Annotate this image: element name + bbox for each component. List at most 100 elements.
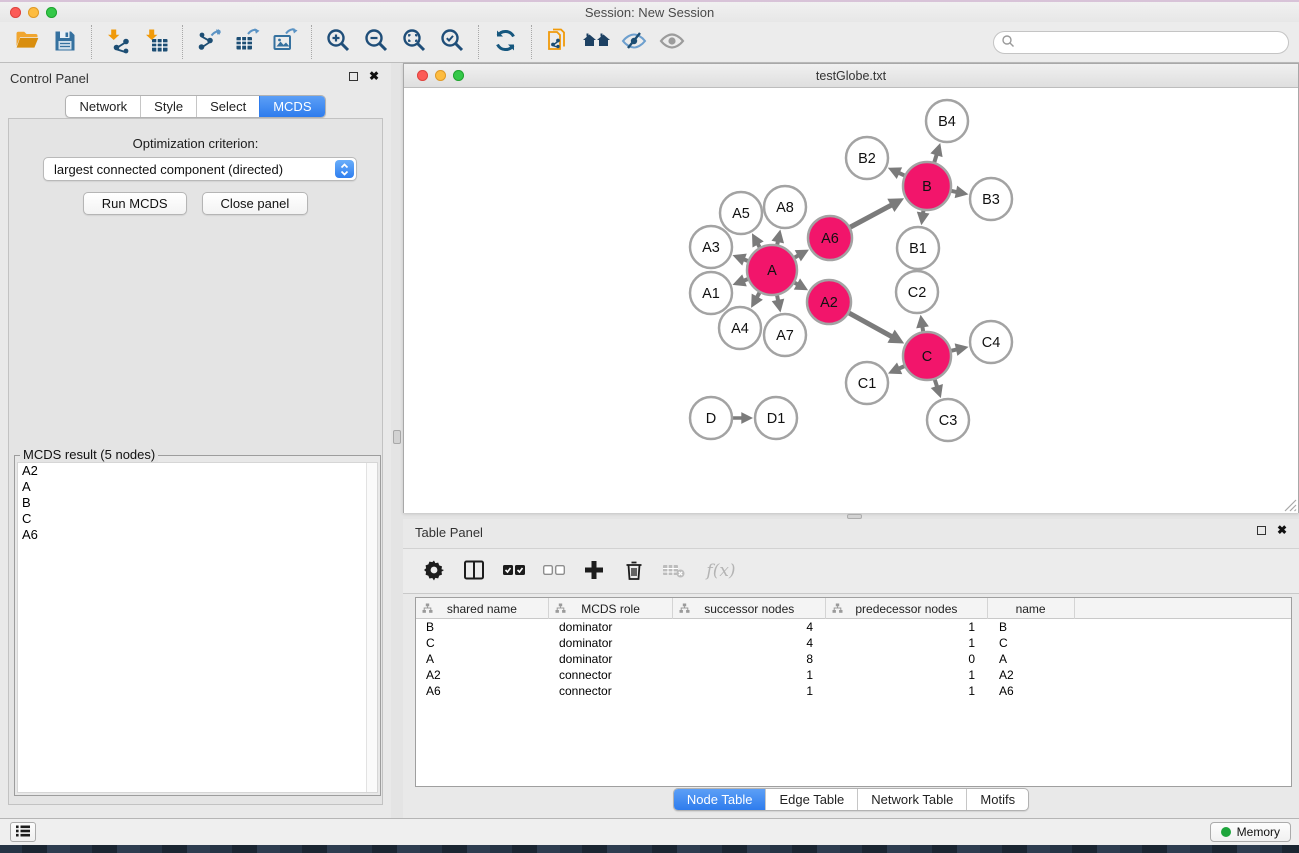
table-cell[interactable]: dominator [549, 635, 674, 651]
graph-node-A[interactable]: A [747, 245, 797, 295]
float-panel-icon[interactable] [1257, 526, 1266, 535]
table-row[interactable]: Cdominator41C [416, 635, 1291, 651]
tab-motifs[interactable]: Motifs [966, 789, 1028, 810]
table-cell[interactable]: 1 [827, 683, 989, 699]
table-cell[interactable]: B [416, 619, 549, 635]
import-network-button[interactable] [99, 23, 137, 61]
table-cell[interactable]: 4 [674, 619, 827, 635]
new-network-from-selection-button[interactable] [539, 23, 577, 61]
memory-button[interactable]: Memory [1210, 822, 1291, 842]
graph-node-C[interactable]: C [903, 332, 951, 380]
edge-A-A1[interactable] [733, 274, 748, 286]
edge-B-B2[interactable] [888, 167, 905, 179]
edge-A-A8[interactable] [771, 230, 784, 245]
graph-node-B3[interactable]: B3 [970, 178, 1012, 220]
function-builder-button[interactable]: f(x) [706, 561, 735, 581]
tab-network-table[interactable]: Network Table [857, 789, 966, 810]
search-input[interactable] [1015, 34, 1288, 52]
hide-selected-button[interactable] [615, 23, 653, 61]
graph-node-A6[interactable]: A6 [808, 216, 852, 260]
float-panel-icon[interactable] [349, 72, 358, 81]
splitter-handle[interactable] [393, 430, 401, 444]
table-cell[interactable]: A2 [989, 667, 1076, 683]
close-panel-icon[interactable]: ✖ [369, 71, 379, 81]
graph-node-C1[interactable]: C1 [846, 362, 888, 404]
optimization-criterion-select[interactable]: largest connected component (directed) [43, 157, 357, 181]
table-settings-button[interactable] [419, 556, 449, 586]
two-houses-button[interactable] [577, 23, 615, 61]
export-network-button[interactable] [190, 23, 228, 61]
graph-node-A8[interactable]: A8 [764, 186, 806, 228]
edge-A-A6[interactable] [795, 250, 809, 262]
table-cell[interactable]: dominator [549, 651, 674, 667]
apply-layout-button[interactable] [486, 23, 524, 61]
graph-node-C4[interactable]: C4 [970, 321, 1012, 363]
tab-style[interactable]: Style [140, 96, 196, 117]
graph-node-D[interactable]: D [690, 397, 732, 439]
table-cell[interactable]: A [416, 651, 549, 667]
table-cell[interactable]: 1 [827, 667, 989, 683]
list-item[interactable]: B [18, 495, 377, 511]
table-cell[interactable]: dominator [549, 619, 674, 635]
zoom-selected-button[interactable] [433, 23, 471, 61]
delete-table-button[interactable] [659, 556, 689, 586]
table-cell[interactable]: C [416, 635, 549, 651]
open-session-button[interactable] [8, 23, 46, 61]
table-cell[interactable]: 4 [674, 635, 827, 651]
edge-A6-B[interactable] [850, 198, 904, 227]
table-cell[interactable]: 1 [827, 619, 989, 635]
edge-B-B4[interactable] [930, 143, 942, 162]
panel-splitter[interactable] [391, 63, 403, 818]
list-scrollbar[interactable] [366, 463, 377, 792]
close-panel-icon[interactable]: ✖ [1277, 525, 1287, 535]
export-image-button[interactable] [266, 23, 304, 61]
select-all-button[interactable] [499, 556, 529, 586]
table-cell[interactable]: B [989, 619, 1076, 635]
edge-A2-C[interactable] [849, 313, 904, 343]
edge-A-A4[interactable] [751, 293, 763, 308]
create-column-button[interactable] [579, 556, 609, 586]
export-table-button[interactable] [228, 23, 266, 61]
column-header-predecessor-nodes[interactable]: predecessor nodes [826, 598, 988, 619]
deselect-all-button[interactable] [539, 556, 569, 586]
graph-node-A7[interactable]: A7 [764, 314, 806, 356]
table-cell[interactable]: connector [549, 667, 674, 683]
edge-C-C1[interactable] [888, 362, 904, 374]
graph-node-A2[interactable]: A2 [807, 280, 851, 324]
edge-C-C2[interactable] [916, 315, 929, 332]
tab-mcds[interactable]: MCDS [259, 96, 324, 117]
table-cell[interactable]: A6 [416, 683, 549, 699]
close-panel-button[interactable]: Close panel [202, 192, 309, 215]
resize-grip-icon[interactable] [1284, 499, 1297, 512]
zoom-fit-button[interactable] [395, 23, 433, 61]
save-session-button[interactable] [46, 23, 84, 61]
table-cell[interactable]: connector [549, 683, 674, 699]
table-cell[interactable]: 8 [674, 651, 827, 667]
network-canvas[interactable]: AA1A2A3A4A5A6A7A8BB1B2B3B4CC1C2C3C4DD1 [404, 88, 1298, 513]
table-row[interactable]: A6connector11A6 [416, 683, 1291, 699]
list-item[interactable]: A6 [18, 527, 377, 543]
graph-node-B[interactable]: B [903, 162, 951, 210]
table-row[interactable]: A2connector11A2 [416, 667, 1291, 683]
column-header-shared-name[interactable]: shared name [416, 598, 549, 619]
import-table-button[interactable] [137, 23, 175, 61]
tab-node-table[interactable]: Node Table [674, 789, 766, 810]
network-window-titlebar[interactable]: testGlobe.txt [404, 64, 1298, 88]
table-cell[interactable]: 1 [827, 635, 989, 651]
tab-edge-table[interactable]: Edge Table [765, 789, 857, 810]
column-header-MCDS-role[interactable]: MCDS role [549, 598, 674, 619]
graph-node-C2[interactable]: C2 [896, 271, 938, 313]
table-cell[interactable]: 1 [674, 667, 827, 683]
task-history-button[interactable] [10, 822, 36, 842]
graph-node-A5[interactable]: A5 [720, 192, 762, 234]
list-item[interactable]: C [18, 511, 377, 527]
list-item[interactable]: A [18, 479, 377, 495]
edge-C-C3[interactable] [931, 380, 943, 398]
table-cell[interactable]: C [989, 635, 1076, 651]
graph-node-D1[interactable]: D1 [755, 397, 797, 439]
column-header-successor-nodes[interactable]: successor nodes [673, 598, 826, 619]
list-item[interactable]: A2 [18, 463, 377, 479]
graph-node-A1[interactable]: A1 [690, 272, 732, 314]
edge-C-C4[interactable] [951, 343, 968, 356]
edge-B-B1[interactable] [917, 211, 930, 225]
